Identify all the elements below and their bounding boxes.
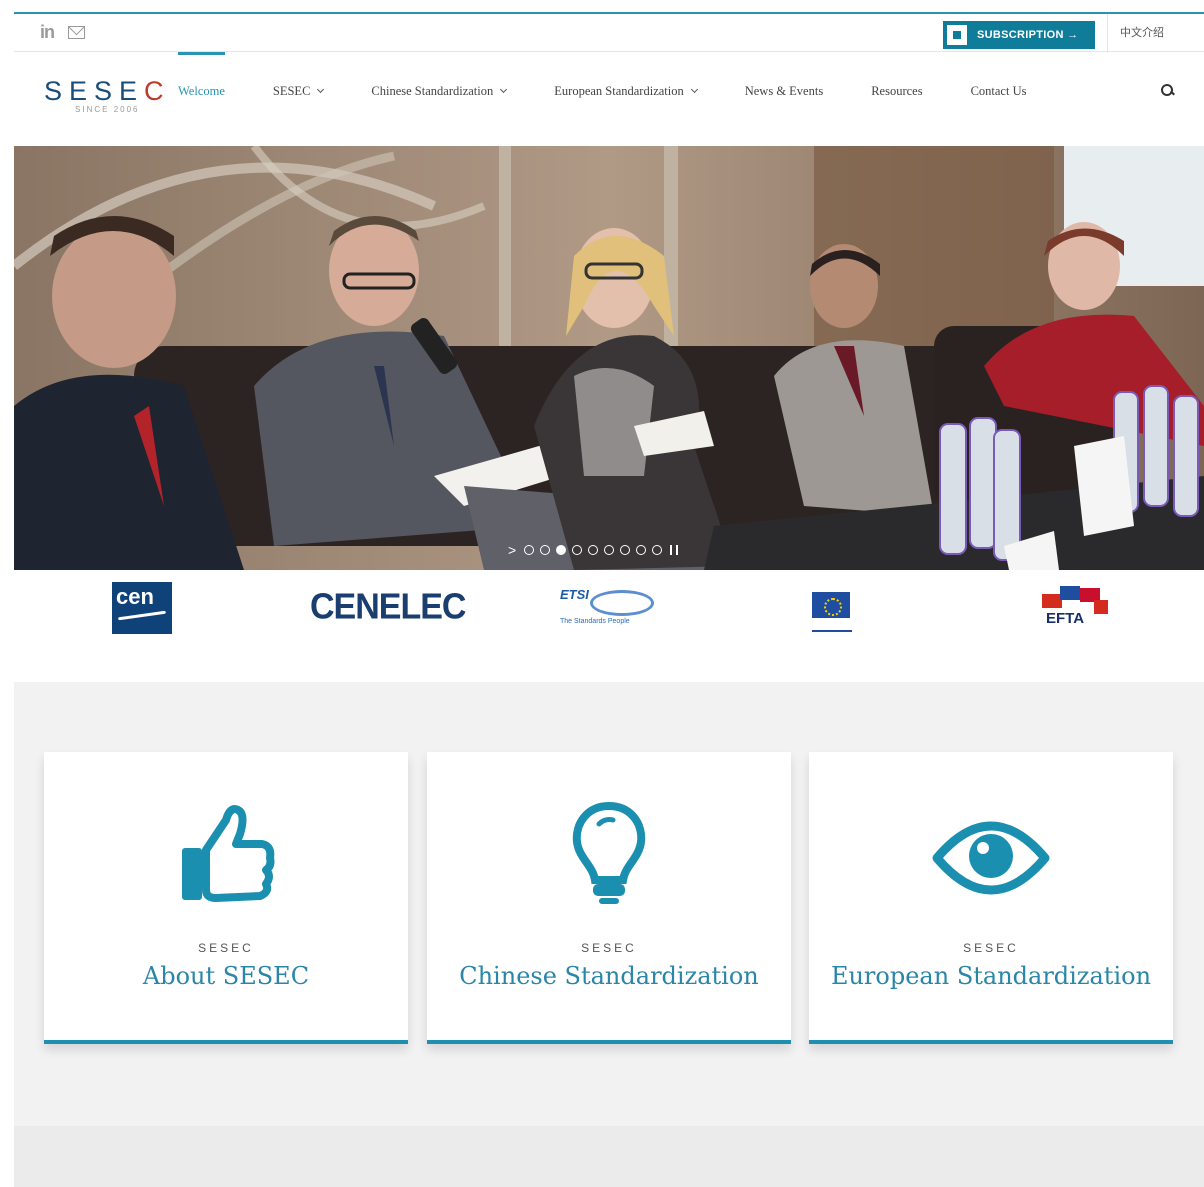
slide-dot-active[interactable] <box>556 545 567 555</box>
efta-logo-text: EFTA <box>1044 610 1087 627</box>
etsi-logo-text: ETSI <box>560 587 589 602</box>
etsi-logo[interactable]: ETSI The Standards People <box>560 586 660 630</box>
cen-logo-swoosh <box>118 610 166 621</box>
thumbs-up-icon <box>44 800 408 910</box>
site-logo[interactable]: SESEC SINCE 2006 <box>44 76 171 114</box>
slide-dot[interactable] <box>636 545 647 555</box>
cenelec-logo[interactable]: CENELEC <box>310 587 466 628</box>
nav-label: Resources <box>871 84 923 98</box>
nav-item-welcome[interactable]: Welcome <box>178 52 225 146</box>
slide-dot[interactable] <box>572 545 583 555</box>
nav-label: SESEC <box>272 84 311 98</box>
next-slide-arrow[interactable]: > <box>508 542 516 558</box>
nav-label: Contact Us <box>970 84 1027 98</box>
nav-label: European Standardization <box>554 84 684 98</box>
subscription-button[interactable]: SUBSCRIPTION → <box>943 21 1095 49</box>
card-chinese-standardization[interactable]: SESEC Chinese Standardization <box>427 752 791 1044</box>
partner-logos: cen CENELEC ETSI The Standards People EF… <box>14 570 1204 680</box>
feature-section: SESEC About SESEC SESEC Chinese Standard… <box>14 682 1204 1187</box>
linkedin-icon[interactable]: in <box>40 22 55 43</box>
slide-dot[interactable] <box>524 545 535 555</box>
language-switch-link[interactable]: 中文介绍 <box>1107 14 1164 53</box>
site-header: SESEC SINCE 2006 Welcome SESEC Chinese S… <box>14 52 1204 146</box>
chevron-down-icon <box>317 85 325 94</box>
card-title[interactable]: Chinese Standardization <box>427 962 791 990</box>
slide-dot[interactable] <box>652 545 663 555</box>
flag-icon <box>1060 586 1080 600</box>
slide-dot[interactable] <box>620 545 631 555</box>
etsi-ring-icon <box>590 590 654 616</box>
nav-item-sesec[interactable]: SESEC <box>272 52 325 146</box>
card-about-sesec[interactable]: SESEC About SESEC <box>44 752 408 1044</box>
nav-item-contact-us[interactable]: Contact Us <box>971 52 1027 146</box>
hero-photo <box>14 146 1204 570</box>
search-icon[interactable] <box>1161 84 1173 96</box>
chevron-down-icon <box>500 85 508 94</box>
card-kicker: SESEC <box>198 941 254 955</box>
nav-item-news-events[interactable]: News & Events <box>745 52 823 146</box>
ec-underline <box>812 630 852 632</box>
card-kicker: SESEC <box>963 941 1019 955</box>
slide-dot[interactable] <box>540 545 551 555</box>
flag-icon <box>1094 600 1108 614</box>
nav-label: Chinese Standardization <box>371 84 494 98</box>
nav-label: Welcome <box>178 84 225 98</box>
nav-item-chinese-standardization[interactable]: Chinese Standardization <box>371 52 508 146</box>
top-bar: in SUBSCRIPTION → 中文介绍 <box>14 12 1204 53</box>
nav-label: News & Events <box>744 84 824 98</box>
pause-icon[interactable] <box>670 545 679 555</box>
slider-pagination: > <box>508 542 679 558</box>
page: in SUBSCRIPTION → 中文介绍 SESEC SINCE 2006 … <box>14 12 1204 1187</box>
eye-icon <box>809 800 1173 910</box>
hero-slider: > <box>14 146 1204 570</box>
card-kicker: SESEC <box>581 941 637 955</box>
etsi-tagline: The Standards People <box>560 618 630 625</box>
european-commission-logo[interactable] <box>798 580 884 638</box>
social-links: in <box>40 22 85 43</box>
eu-flag-icon <box>812 592 850 618</box>
lightbulb-icon <box>427 800 791 910</box>
subscription-icon <box>947 25 967 45</box>
cen-logo-text: cen <box>116 584 154 609</box>
section-divider <box>14 1126 1204 1187</box>
card-title[interactable]: About SESEC <box>44 962 408 990</box>
flag-icon <box>1042 594 1062 608</box>
card-european-standardization[interactable]: SESEC European Standardization <box>809 752 1173 1044</box>
subscription-label: SUBSCRIPTION → <box>977 29 1079 41</box>
mail-icon[interactable] <box>68 26 85 39</box>
chevron-down-icon <box>690 85 698 94</box>
nav-item-european-standardization[interactable]: European Standardization <box>554 52 698 146</box>
slide-dot[interactable] <box>588 545 599 555</box>
nav-item-resources[interactable]: Resources <box>871 52 922 146</box>
efta-logo[interactable]: EFTA <box>1038 584 1112 632</box>
cen-logo[interactable]: cen <box>112 582 172 634</box>
slide-dot[interactable] <box>604 545 615 555</box>
main-nav: Welcome SESEC Chinese Standardization Eu… <box>178 52 1026 146</box>
card-title[interactable]: European Standardization <box>809 962 1173 990</box>
logo-wordmark: SESEC <box>44 76 171 106</box>
